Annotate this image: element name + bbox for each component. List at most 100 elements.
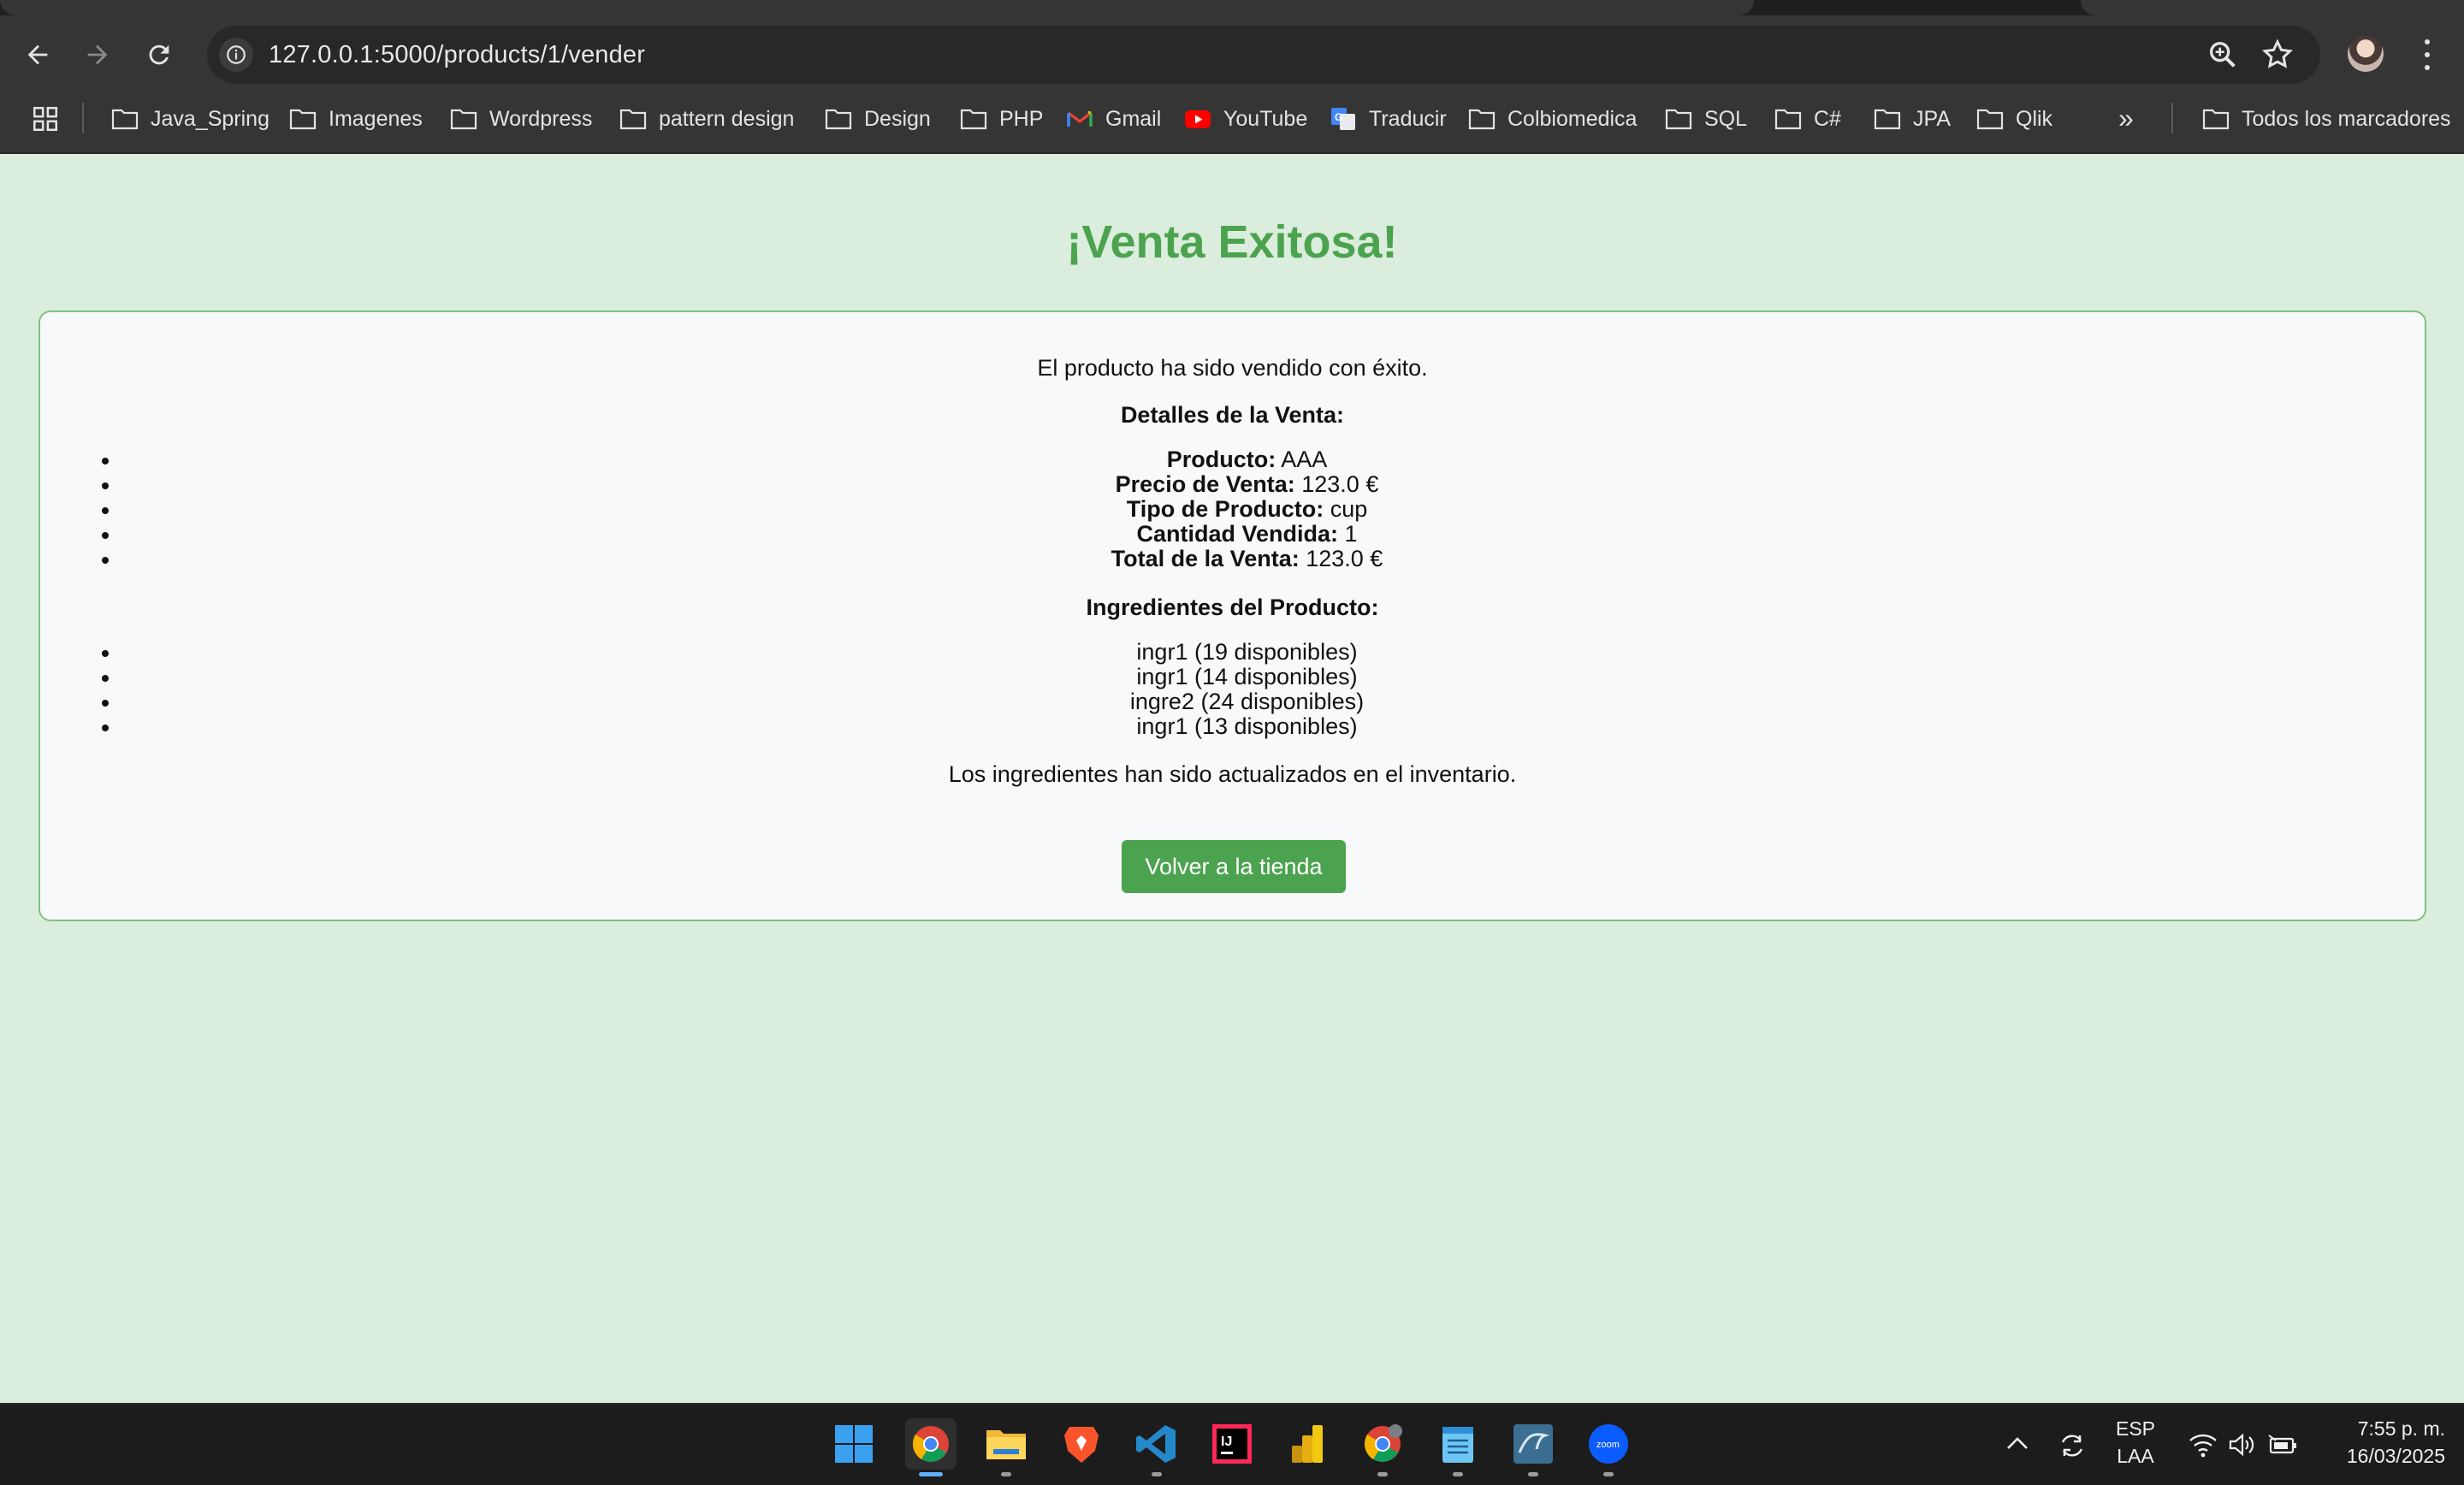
list-item: ingr1 (13 disponibles) (40, 714, 2425, 739)
gmail-icon (1067, 110, 1093, 127)
bookmark-jpa[interactable]: JPA (1874, 103, 1951, 135)
folder-icon (289, 109, 317, 130)
clock[interactable]: 7:55 p. m. 16/03/2025 (2317, 1415, 2445, 1470)
folder-icon (450, 109, 477, 130)
detail-label: Cantidad Vendida: (1136, 521, 1338, 547)
folder-icon (1774, 109, 1802, 130)
bookmarks-divider (2171, 103, 2173, 133)
browser-menu-button[interactable] (2414, 36, 2440, 74)
detail-label: Tipo de Producto: (1126, 496, 1324, 522)
more-bookmarks-button[interactable]: » (2118, 103, 2134, 134)
url-text[interactable]: 127.0.0.1:5000/products/1/vender (269, 41, 645, 69)
reload-button[interactable] (139, 34, 180, 75)
chevron-up-icon[interactable] (2005, 1435, 2029, 1452)
list-item: ingr1 (14 disponibles) (40, 665, 2425, 689)
apps-grid-icon[interactable] (31, 104, 60, 133)
bookmark-design[interactable]: Design (825, 103, 931, 135)
bookmark-java-spring[interactable]: Java_Spring (111, 103, 270, 135)
all-bookmarks-button[interactable]: Todos los marcadores (2202, 103, 2451, 135)
bookmark-qlik[interactable]: Qlik (1976, 103, 2052, 135)
ingredients-heading: Ingredientes del Producto: (1086, 595, 1379, 620)
vscode-icon[interactable] (1131, 1418, 1182, 1476)
new-tab-area[interactable] (2081, 0, 2464, 15)
wifi-icon[interactable] (2189, 1432, 2218, 1458)
bookmark-gmail[interactable]: Gmail (1066, 103, 1161, 135)
sale-details-list: Producto: AAA Precio de Venta: 123.0 € T… (40, 447, 2425, 571)
battery-icon[interactable] (2267, 1434, 2298, 1456)
list-item: Total de la Venta: 123.0 € (40, 547, 2425, 571)
volume-icon[interactable] (2228, 1432, 2255, 1458)
bookmark-star-icon[interactable] (2260, 38, 2295, 72)
windows-start-icon[interactable] (828, 1418, 880, 1470)
chrome-profile-icon[interactable] (1357, 1418, 1408, 1476)
translate-icon: G (1331, 108, 1355, 130)
list-item: Tipo de Producto: cup (40, 497, 2425, 522)
brave-icon[interactable] (1056, 1418, 1107, 1470)
detail-label: Total de la Venta: (1111, 546, 1300, 571)
zoom-icon[interactable] (2206, 38, 2240, 72)
sync-icon[interactable] (2057, 1430, 2088, 1461)
detail-label: Precio de Venta: (1115, 471, 1295, 497)
reload-icon (149, 44, 169, 65)
folder-icon (1874, 109, 1901, 130)
bookmark-pattern-design[interactable]: pattern design (619, 103, 794, 135)
inventory-note: Los ingredientes han sido actualizados e… (948, 761, 1517, 787)
bookmark-imagenes[interactable]: Imagenes (289, 103, 423, 135)
windows-taskbar: IJ zoom ESP LAA 7:55 p. m. 16/03/2025 (0, 1403, 2464, 1485)
bookmark-csharp[interactable]: C# (1774, 103, 1841, 135)
bookmark-colbiomedica[interactable]: Colbiomedica (1468, 103, 1637, 135)
svg-text:zoom: zoom (1596, 1440, 1620, 1450)
intellij-icon[interactable]: IJ (1206, 1418, 1258, 1470)
detail-value: cup (1330, 496, 1368, 522)
page-title: ¡Venta Exitosa! (1066, 216, 1398, 268)
detail-value: 123.0 € (1301, 471, 1379, 497)
zoom-icon[interactable]: zoom (1583, 1418, 1634, 1476)
folder-icon (2202, 109, 2230, 130)
folder-icon (619, 109, 647, 130)
site-info-icon[interactable] (219, 38, 253, 72)
notepad-icon[interactable] (1432, 1418, 1484, 1476)
mysql-workbench-icon[interactable] (1507, 1418, 1559, 1476)
ingredients-list: ingr1 (19 disponibles) ingr1 (14 disponi… (40, 640, 2425, 739)
bookmark-php[interactable]: PHP (960, 103, 1043, 135)
arrow-right-icon (87, 44, 108, 65)
language-indicator[interactable]: ESP LAA (2110, 1415, 2161, 1470)
bookmarks-bar: Java_Spring Imagenes Wordpress pattern d… (0, 84, 2464, 154)
bookmark-wordpress[interactable]: Wordpress (450, 103, 592, 135)
bookmark-traducir[interactable]: G Traducir (1330, 103, 1447, 135)
folder-icon (111, 109, 139, 130)
arrow-left-icon (27, 44, 48, 65)
list-item: Precio de Venta: 123.0 € (40, 472, 2425, 497)
bookmark-youtube[interactable]: YouTube (1184, 103, 1307, 135)
powerbi-icon[interactable] (1282, 1418, 1333, 1470)
browser-toolbar: 127.0.0.1:5000/products/1/vender (0, 15, 2464, 84)
list-item: ingre2 (24 disponibles) (40, 689, 2425, 714)
list-item: Cantidad Vendida: 1 (40, 522, 2425, 547)
tab-strip (0, 0, 2464, 15)
bookmark-sql[interactable]: SQL (1665, 103, 1747, 135)
folder-icon (1468, 109, 1496, 130)
folder-icon (825, 109, 852, 130)
forward-button[interactable] (77, 34, 118, 75)
folder-icon (1976, 109, 2004, 130)
chrome-icon[interactable] (905, 1418, 957, 1476)
list-item: ingr1 (19 disponibles) (40, 640, 2425, 665)
list-item: Producto: AAA (40, 447, 2425, 472)
address-bar[interactable]: 127.0.0.1:5000/products/1/vender (207, 26, 2320, 84)
page-content: ¡Venta Exitosa! El producto ha sido vend… (0, 154, 2464, 1403)
detail-value: 1 (1344, 521, 1358, 547)
details-heading: Detalles de la Venta: (1120, 402, 1345, 428)
svg-text:IJ: IJ (1221, 1435, 1232, 1449)
svg-text:G: G (1335, 111, 1342, 123)
detail-label: Producto: (1166, 447, 1276, 472)
back-to-store-button[interactable]: Volver a la tienda (1122, 840, 1346, 893)
detail-value: 123.0 € (1306, 546, 1383, 571)
bookmarks-divider (82, 103, 84, 133)
back-button[interactable] (17, 34, 58, 75)
detail-value: AAA (1281, 447, 1328, 472)
profile-avatar[interactable] (2348, 36, 2384, 72)
youtube-icon (1185, 110, 1211, 128)
file-explorer-icon[interactable] (980, 1418, 1032, 1476)
folder-icon (960, 109, 987, 130)
active-tab[interactable] (0, 0, 1754, 15)
